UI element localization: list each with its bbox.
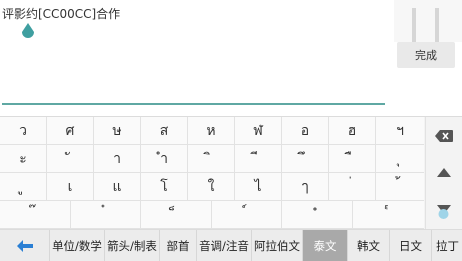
key[interactable]: ฮ — [329, 117, 376, 145]
backspace-key[interactable] — [426, 117, 462, 154]
key[interactable]: ฯ — [376, 117, 424, 145]
key[interactable]: แ — [94, 173, 141, 201]
backspace-icon — [435, 129, 453, 142]
key[interactable]: ้ — [376, 173, 424, 201]
key[interactable]: ื — [329, 145, 376, 173]
tab-thai[interactable]: 泰文 — [303, 230, 348, 261]
tab-units-math[interactable]: 单位/数学 — [50, 230, 105, 261]
page-up-key[interactable] — [426, 154, 462, 191]
tab-arabic[interactable]: 阿拉伯文 — [252, 230, 303, 261]
text-editor-area[interactable]: 评影约[CC00CC]合作 完成 — [0, 0, 462, 108]
key[interactable]: ็ — [141, 201, 212, 229]
key[interactable]: ห — [188, 117, 235, 145]
done-button[interactable]: 完成 — [397, 42, 455, 68]
tab-latin[interactable]: 拉丁 — [432, 230, 462, 261]
cursor-handle-icon[interactable] — [21, 23, 35, 40]
editor-text: 评影约[CC00CC]合作 — [2, 7, 121, 21]
key[interactable]: เ — [47, 173, 94, 201]
key[interactable]: ํ — [282, 201, 353, 229]
key[interactable]: ุ — [376, 145, 424, 173]
key-row: ะ ั า ำ ิ ี ึ ื ุ — [0, 145, 424, 173]
input-underline — [2, 103, 385, 105]
key[interactable]: ั — [47, 145, 94, 173]
tab-korean[interactable]: 韩文 — [348, 230, 390, 261]
scroll-handle-icon[interactable] — [438, 206, 449, 220]
key-grid: ว ศ ษ ส ห ฬ อ ฮ ฯ ะ ั า ำ ิ ี ึ ื ุ ู เ … — [0, 117, 424, 229]
key[interactable]: ี — [235, 145, 282, 173]
key[interactable]: ำ — [141, 145, 188, 173]
key[interactable]: ่ — [329, 173, 376, 201]
key[interactable]: ฬ — [235, 117, 282, 145]
key-row: ๊ ๋ ็ ์ ํ ๎ — [0, 201, 424, 229]
key[interactable]: ศ — [47, 117, 94, 145]
tab-arrows-table[interactable]: 箭头/制表 — [105, 230, 160, 261]
back-button[interactable] — [0, 230, 50, 261]
key[interactable]: โ — [141, 173, 188, 201]
key[interactable]: ์ — [212, 201, 282, 229]
key[interactable]: ๊ — [0, 201, 71, 229]
up-arrow-icon — [437, 168, 451, 177]
key[interactable]: ๎ — [353, 201, 424, 229]
key[interactable]: ส — [141, 117, 188, 145]
key[interactable]: อ — [282, 117, 329, 145]
key[interactable]: า — [94, 145, 141, 173]
key[interactable]: ๅ — [282, 173, 329, 201]
tab-radicals[interactable]: 部首 — [160, 230, 197, 261]
key[interactable]: ว — [0, 117, 47, 145]
key[interactable]: ใ — [188, 173, 235, 201]
key[interactable]: ไ — [235, 173, 282, 201]
key-row: ู เ แ โ ใ ไ ๅ ่ ้ — [0, 173, 424, 201]
tab-japanese[interactable]: 日文 — [390, 230, 432, 261]
candidate-panel — [394, 0, 462, 42]
key[interactable]: ู — [0, 173, 47, 201]
key-row: ว ศ ษ ส ห ฬ อ ฮ ฯ — [0, 117, 424, 145]
key[interactable]: ะ — [0, 145, 47, 173]
key[interactable]: ษ — [94, 117, 141, 145]
key[interactable]: ึ — [282, 145, 329, 173]
back-arrow-icon — [16, 239, 33, 252]
key[interactable]: ๋ — [71, 201, 141, 229]
key[interactable]: ิ — [188, 145, 235, 173]
tab-tones-phonetic[interactable]: 音调/注音 — [197, 230, 252, 261]
symbol-category-tabs: 单位/数学 箭头/制表 部首 音调/注音 阿拉伯文 泰文 韩文 日文 拉丁 — [0, 229, 462, 261]
